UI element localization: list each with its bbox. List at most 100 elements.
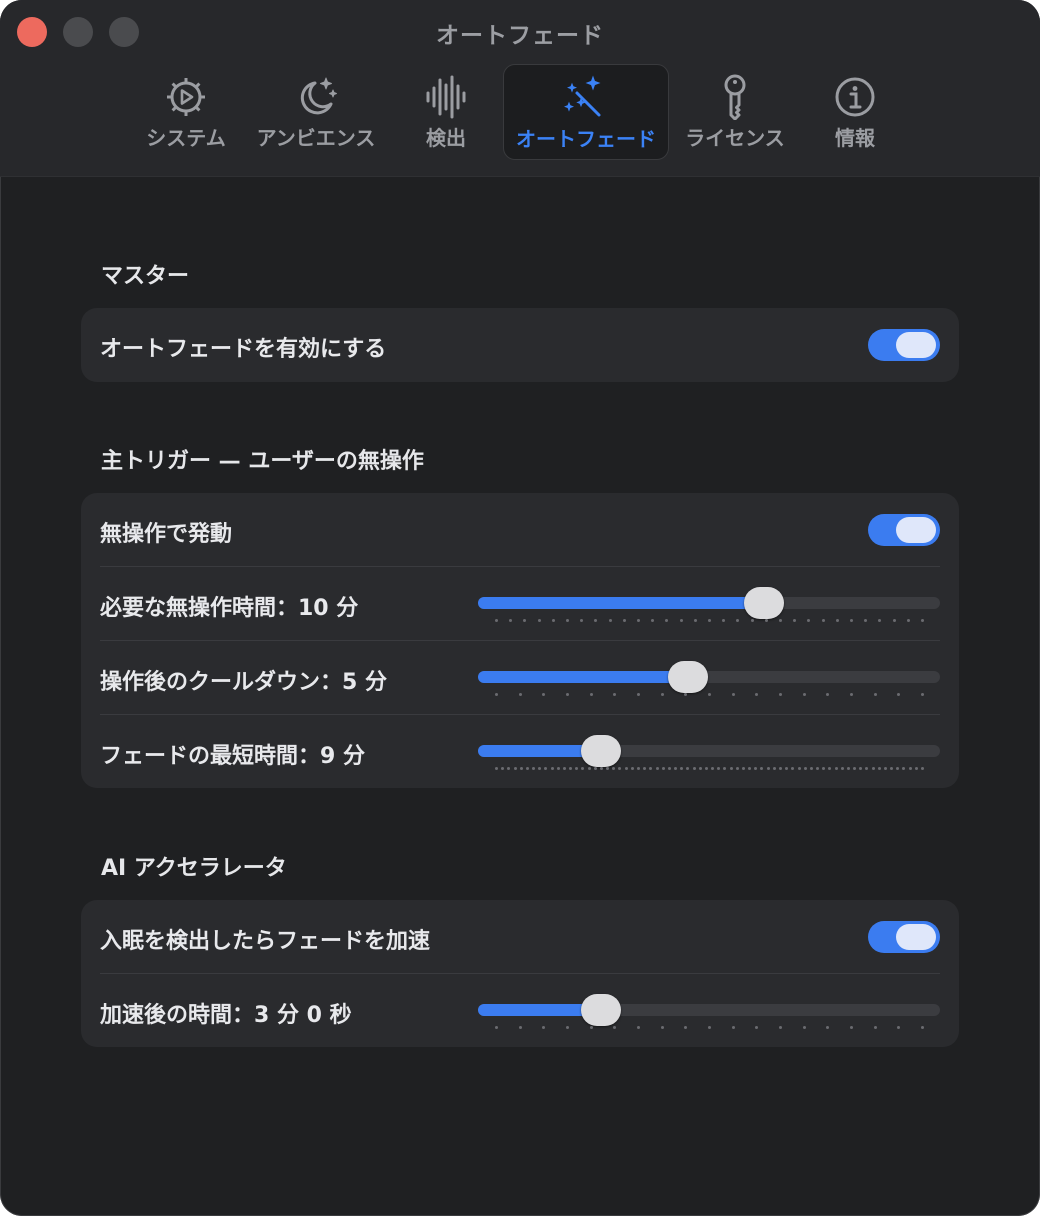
row-min-fade: フェードの最短時間：9 分 xyxy=(81,715,959,789)
moon-stars-icon xyxy=(252,74,380,120)
slider-ticks xyxy=(495,767,924,771)
slider-tick xyxy=(735,767,739,770)
slider-tick xyxy=(764,619,768,622)
slider-tick xyxy=(651,619,655,622)
waveform-icon xyxy=(406,74,486,120)
slider-tick xyxy=(637,1026,640,1029)
slider-tick xyxy=(779,1026,782,1029)
tab-info[interactable]: 情報 xyxy=(815,64,895,160)
slider-tick xyxy=(630,767,634,770)
slider-tick xyxy=(760,767,764,770)
slider-ticks xyxy=(495,619,924,623)
slider-tick xyxy=(717,767,721,770)
slider-tick xyxy=(580,619,584,622)
slider-tick xyxy=(834,767,838,770)
slider-thumb[interactable] xyxy=(581,735,622,767)
slider-tick xyxy=(846,767,850,770)
slider-tick xyxy=(755,693,759,696)
slider-tick xyxy=(655,767,659,770)
slider-thumb[interactable] xyxy=(667,661,708,693)
tab-ambience[interactable]: アンビエンス xyxy=(252,64,380,160)
slider-tick xyxy=(896,767,900,770)
key-icon xyxy=(680,74,790,120)
slider-fill xyxy=(478,597,768,609)
slider-tick xyxy=(921,619,924,622)
slider-tick xyxy=(816,767,820,770)
slider-tick xyxy=(711,767,715,770)
slider-tick xyxy=(589,693,593,696)
slider-tick xyxy=(593,767,597,770)
tab-autofade[interactable]: オートフェード xyxy=(503,64,669,160)
slider-tick xyxy=(589,1026,593,1029)
slider-tick xyxy=(877,767,881,770)
toolbar: オートフェード システム アンビエンス 検出 オートフェード ライセンス 情報 xyxy=(0,0,1040,177)
slider-tick xyxy=(883,767,887,770)
tab-label: アンビエンス xyxy=(256,126,376,150)
slider-tick xyxy=(772,767,776,770)
card-ai: 入眠を検出したらフェードを加速 加速後の時間：3 分 0 秒 xyxy=(81,900,959,1047)
slider-tick xyxy=(865,767,869,770)
slider-tick xyxy=(680,767,684,770)
slider-tick xyxy=(723,767,727,770)
toggle-knob xyxy=(896,332,936,358)
slider-tick xyxy=(519,767,523,770)
min-fade-slider[interactable] xyxy=(478,715,940,789)
slider-tick xyxy=(897,693,901,696)
row-fire-on-idle: 無操作で発動 xyxy=(81,493,959,567)
slider-tick xyxy=(618,767,622,770)
slider-tick xyxy=(518,693,522,696)
slider-tick xyxy=(921,767,924,770)
slider-tick xyxy=(736,619,740,622)
slider-fill xyxy=(478,671,692,683)
row-label: 必要な無操作時間：10 分 xyxy=(100,596,359,621)
slider-tick xyxy=(686,767,690,770)
slider-tick xyxy=(890,767,894,770)
slider-thumb[interactable] xyxy=(581,994,622,1026)
slider-tick xyxy=(495,1026,498,1029)
slider-tick xyxy=(594,619,598,622)
tab-license[interactable]: ライセンス xyxy=(680,64,790,160)
slider-ticks xyxy=(495,693,924,697)
slider-tick xyxy=(542,1026,546,1029)
slider-tick xyxy=(622,619,626,622)
slider-tick xyxy=(797,767,801,770)
section-title-ai: AI アクセラレータ xyxy=(101,856,287,881)
slider-tick xyxy=(575,767,579,770)
card-master: オートフェードを有効にする xyxy=(81,308,959,382)
tab-label: 検出 xyxy=(426,126,466,150)
toggle-knob xyxy=(896,517,936,543)
slider-tick xyxy=(550,767,554,770)
enable-autofade-toggle[interactable] xyxy=(868,329,940,361)
slider-tick xyxy=(766,767,770,770)
slider-tick xyxy=(556,767,560,770)
row-label: 入眠を検出したらフェードを加速 xyxy=(100,929,431,954)
slider-tick xyxy=(755,1026,759,1029)
slider-tick xyxy=(544,767,548,770)
after-time-slider[interactable] xyxy=(478,974,940,1048)
accelerate-toggle[interactable] xyxy=(868,921,940,953)
tab-detection[interactable]: 検出 xyxy=(406,64,486,160)
slider-tick xyxy=(850,1026,853,1029)
slider-tick xyxy=(495,693,498,696)
slider-tick xyxy=(821,619,825,622)
slider-tick xyxy=(581,767,585,770)
cooldown-slider[interactable] xyxy=(478,641,940,715)
slider-tick xyxy=(569,767,573,770)
slider-tick xyxy=(708,693,711,696)
slider-tick xyxy=(785,767,789,770)
tab-system[interactable]: システム xyxy=(136,64,236,160)
slider-tick xyxy=(809,767,813,770)
section-title-master: マスター xyxy=(101,264,190,289)
idle-time-slider[interactable] xyxy=(478,567,940,641)
slider-tick xyxy=(750,619,754,622)
slider-tick xyxy=(692,767,696,770)
row-enable-autofade: オートフェードを有効にする xyxy=(81,308,959,382)
slider-thumb[interactable] xyxy=(743,587,784,619)
slider-tick xyxy=(704,767,708,770)
section-title-trigger: 主トリガー — ユーザーの無操作 xyxy=(101,449,424,474)
fire-on-idle-toggle[interactable] xyxy=(868,514,940,546)
slider-tick xyxy=(708,1026,711,1029)
row-label: 無操作で発動 xyxy=(100,522,233,547)
slider-tick xyxy=(873,693,877,696)
slider-tick xyxy=(779,767,782,770)
